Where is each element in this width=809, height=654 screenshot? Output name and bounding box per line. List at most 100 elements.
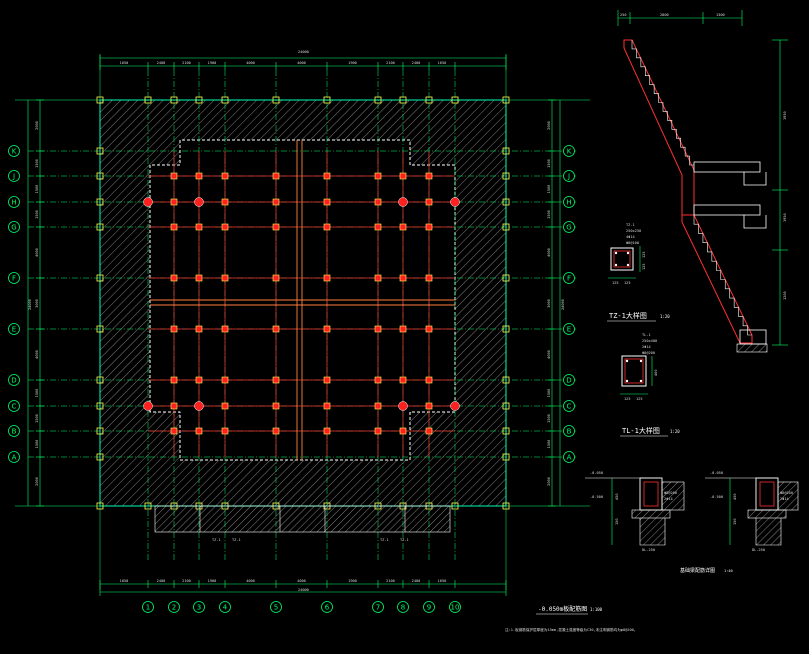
dim-value-v: 1500 bbox=[35, 185, 39, 194]
stair-side-dim-1: 1950 bbox=[783, 111, 787, 120]
dim-value-v: 1500 bbox=[547, 389, 551, 398]
tz1-side-dim-1: 125 bbox=[642, 252, 646, 259]
right-dim-b: 150 bbox=[733, 519, 737, 526]
column bbox=[272, 223, 280, 231]
stair-top-dim-3: 1300 bbox=[716, 13, 725, 17]
row-axis-right-label: K bbox=[567, 147, 572, 155]
plan-note: 注:1.板钢筋保护层厚度为15mm,混凝土强度等级为C30,未注明钢筋均为φ8@… bbox=[505, 627, 637, 632]
right-bar-label-1: Φ8@200 bbox=[780, 491, 793, 495]
dim-value: 2100 bbox=[182, 579, 191, 583]
column bbox=[170, 223, 178, 231]
stair-base bbox=[739, 329, 767, 345]
stair-tag-3: TZ-1 bbox=[380, 538, 389, 542]
column bbox=[425, 172, 433, 180]
column bbox=[221, 427, 229, 435]
dim-value-v: 1500 bbox=[547, 210, 551, 219]
dim-value-v: 1500 bbox=[35, 159, 39, 168]
column bbox=[323, 402, 331, 410]
column bbox=[170, 198, 178, 206]
column bbox=[170, 427, 178, 435]
stair-top-dim-2: 2800 bbox=[660, 13, 669, 17]
stair-tag-1: TZ-1 bbox=[212, 538, 221, 542]
floor-plan: K K J J H H G G F F E E D D C C B B A A 1 2 3 4 5 6 7 8 9 10 1650 2400… bbox=[8, 50, 637, 632]
tl1-title: TL-1大样图 bbox=[622, 426, 660, 435]
column bbox=[374, 274, 382, 282]
dim-value: 2100 bbox=[182, 61, 191, 65]
dim-value-v: 4000 bbox=[547, 248, 551, 257]
column bbox=[374, 376, 382, 384]
column bbox=[221, 402, 229, 410]
dim-value-v: 1500 bbox=[547, 159, 551, 168]
column bbox=[323, 325, 331, 333]
dim-value-v: 4000 bbox=[547, 350, 551, 359]
dim-value-v: 1500 bbox=[35, 210, 39, 219]
row-axis-left-label: K bbox=[12, 147, 17, 155]
beam-lines bbox=[148, 140, 455, 460]
tz1-note-3: 4Φ14 bbox=[626, 235, 635, 239]
overall-right-dim: 24000 bbox=[561, 299, 565, 310]
column bbox=[374, 402, 382, 410]
upper-flight bbox=[623, 39, 695, 216]
large-column bbox=[450, 197, 460, 207]
foundation-detail-left: -0.050 -0.500 450 150 Φ8@200 2Φ14 DL-250 bbox=[585, 471, 685, 552]
column bbox=[399, 223, 407, 231]
tz1-dim-2: 125 bbox=[624, 281, 631, 285]
dim-value-v: 3000 bbox=[547, 299, 551, 308]
column bbox=[221, 376, 229, 384]
dim-value: 1650 bbox=[120, 61, 129, 65]
column bbox=[323, 376, 331, 384]
plan-title-scale: 1:100 bbox=[590, 607, 603, 612]
col-axis-label: 2 bbox=[172, 603, 176, 611]
dim-value: 2400 bbox=[157, 61, 166, 65]
foundation-scale: 1:40 bbox=[724, 569, 733, 573]
dim-value-v: 1500 bbox=[547, 440, 551, 449]
dim-value: 4000 bbox=[246, 61, 255, 65]
column bbox=[374, 427, 382, 435]
column bbox=[272, 376, 280, 384]
column bbox=[272, 325, 280, 333]
column bbox=[425, 198, 433, 206]
column bbox=[399, 274, 407, 282]
right-level-top: -0.050 bbox=[710, 471, 723, 475]
col-axis-label: 6 bbox=[325, 603, 330, 611]
overall-left-dim: 24000 bbox=[28, 299, 32, 310]
column bbox=[323, 427, 331, 435]
column bbox=[399, 172, 407, 180]
large-column bbox=[398, 197, 408, 207]
stair-side-dim-3: 1200 bbox=[783, 291, 787, 300]
column bbox=[195, 376, 203, 384]
column bbox=[425, 223, 433, 231]
dim-value: 2400 bbox=[157, 579, 166, 583]
left-tag: DL-250 bbox=[642, 548, 655, 552]
dim-value: 1650 bbox=[438, 579, 447, 583]
col-axis-label: 1 bbox=[146, 603, 150, 611]
tz1-note-2: 250x250 bbox=[626, 229, 641, 233]
left-level-top: -0.050 bbox=[590, 471, 603, 475]
column bbox=[399, 427, 407, 435]
overall-bottom-dim: 24000 bbox=[298, 588, 309, 592]
foundation-detail-right: -0.050 -0.500 450 150 Φ8@200 2Φ14 DL-250… bbox=[680, 471, 799, 574]
large-column bbox=[143, 401, 153, 411]
lower-flight bbox=[681, 214, 753, 344]
column bbox=[195, 427, 203, 435]
dim-value-v: 1500 bbox=[35, 414, 39, 423]
col-axis-label: 9 bbox=[427, 603, 431, 611]
cad-drawing: K K J J H H G G F F E E D D C C B B A A 1 2 3 4 5 6 7 8 9 10 1650 2400… bbox=[8, 10, 799, 632]
right-bar-label-2: 2Φ14 bbox=[780, 497, 789, 501]
dim-value: 1900 bbox=[348, 61, 357, 65]
dim-value-v: 1500 bbox=[35, 440, 39, 449]
col-axis-label: 7 bbox=[376, 603, 380, 611]
left-dim-b: 150 bbox=[615, 519, 619, 526]
foundation-title: 基础梁配筋详图 bbox=[680, 567, 715, 574]
tz1-side-dim-2: 125 bbox=[642, 264, 646, 271]
row-axis-left-label: B bbox=[12, 427, 17, 435]
row-axis-right-label: E bbox=[567, 325, 571, 333]
right-tag: DL-250 bbox=[752, 548, 765, 552]
row-axis-right-label: G bbox=[566, 223, 571, 231]
tl1-note-1: TL-1 bbox=[642, 333, 651, 337]
dim-value-v: 2000 bbox=[35, 477, 39, 486]
dim-value: 1900 bbox=[208, 579, 217, 583]
column bbox=[425, 325, 433, 333]
dim-value: 4000 bbox=[297, 579, 306, 583]
row-axis-right-label: B bbox=[567, 427, 572, 435]
